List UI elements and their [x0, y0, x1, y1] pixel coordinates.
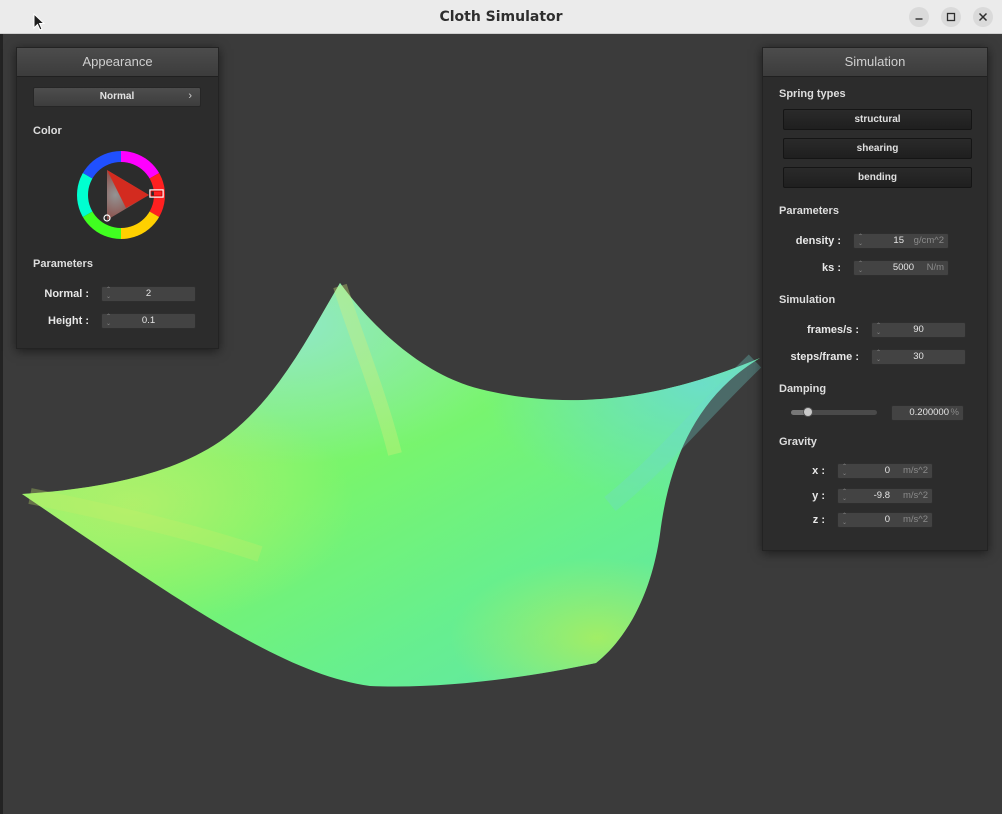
- minimize-icon: [915, 18, 923, 20]
- appearance-panel: Appearance Normal › Color Parameters Nor…: [16, 47, 219, 349]
- gravity-y-value: -9.8: [873, 490, 890, 501]
- shader-select[interactable]: Normal ›: [33, 87, 201, 107]
- damping-field[interactable]: 0.200000 %: [891, 405, 964, 421]
- spinner-arrows-icon[interactable]: ⌃ ⌄: [841, 513, 848, 527]
- maximize-button[interactable]: [941, 7, 961, 27]
- ks-unit: N/m: [926, 262, 944, 273]
- gravity-label: Gravity: [779, 436, 817, 448]
- simulation-panel-header[interactable]: Simulation: [763, 48, 987, 77]
- spring-types-label: Spring types: [779, 88, 846, 100]
- gravity-z-field[interactable]: ⌃ ⌄ 0 m/s^2: [837, 512, 933, 528]
- gravity-x-value: 0: [884, 465, 890, 476]
- height-value: 0.1: [141, 315, 156, 326]
- steps-per-frame-value: 30: [913, 351, 924, 362]
- gravity-y-unit: m/s^2: [902, 490, 928, 501]
- normal-label: Normal :: [44, 288, 89, 300]
- shader-select-value: Normal: [99, 91, 135, 102]
- ks-field[interactable]: ⌃ ⌄ 5000 N/m: [853, 260, 949, 276]
- spinner-arrows-icon[interactable]: ⌃ ⌄: [857, 261, 864, 275]
- ks-value: 5000: [892, 262, 914, 273]
- bending-button[interactable]: bending: [783, 167, 972, 188]
- window-title: Cloth Simulator: [439, 9, 563, 25]
- structural-button[interactable]: structural: [783, 109, 972, 130]
- gravity-x-field[interactable]: ⌃ ⌄ 0 m/s^2: [837, 463, 933, 479]
- damping-value: 0.200000: [909, 407, 949, 418]
- color-wheel-icon[interactable]: [74, 148, 168, 242]
- gravity-x-label: x :: [812, 465, 825, 477]
- damping-label: Damping: [779, 383, 827, 395]
- appearance-parameters-label: Parameters: [33, 258, 93, 270]
- gravity-y-label: y :: [812, 490, 825, 502]
- simulation-section-label: Simulation: [779, 294, 836, 306]
- steps-per-frame-field[interactable]: ⌃ ⌄ 30: [871, 349, 966, 365]
- appearance-panel-header[interactable]: Appearance: [17, 48, 218, 77]
- height-label: Height :: [48, 315, 89, 327]
- color-label: Color: [33, 125, 62, 137]
- frames-per-second-field[interactable]: ⌃ ⌄ 90: [871, 322, 966, 338]
- maximize-icon: [946, 12, 956, 22]
- gravity-x-unit: m/s^2: [902, 465, 928, 476]
- frames-per-second-value: 90: [913, 324, 924, 335]
- close-icon: [978, 12, 988, 22]
- simulation-panel: Simulation Spring types structural shear…: [762, 47, 988, 551]
- gravity-y-field[interactable]: ⌃ ⌄ -9.8 m/s^2: [837, 488, 933, 504]
- gravity-z-unit: m/s^2: [902, 514, 928, 525]
- title-bar: Cloth Simulator: [0, 0, 1002, 34]
- chevron-right-icon: ›: [188, 90, 192, 102]
- height-field[interactable]: ⌃ ⌄ 0.1: [101, 313, 196, 329]
- damping-slider-knob[interactable]: [803, 407, 814, 417]
- frames-per-second-label: frames/s :: [807, 324, 859, 336]
- gravity-z-value: 0: [884, 514, 890, 525]
- density-unit: g/cm^2: [913, 235, 944, 246]
- spinner-arrows-icon[interactable]: ⌃ ⌄: [841, 489, 848, 503]
- density-value: 15: [893, 235, 904, 246]
- spinner-arrows-icon[interactable]: ⌃ ⌄: [841, 464, 848, 478]
- normal-value: 2: [145, 288, 152, 299]
- shearing-button[interactable]: shearing: [783, 138, 972, 159]
- density-field[interactable]: ⌃ ⌄ 15 g/cm^2: [853, 233, 949, 249]
- gravity-z-label: z :: [812, 514, 825, 526]
- normal-field[interactable]: ⌃ ⌄ 2: [101, 286, 196, 302]
- spinner-arrows-icon[interactable]: ⌃ ⌄: [857, 234, 864, 248]
- ks-label: ks :: [822, 262, 841, 274]
- minimize-button[interactable]: [909, 7, 929, 27]
- damping-unit: %: [950, 407, 959, 418]
- density-label: density :: [795, 235, 841, 247]
- parameters-label: Parameters: [779, 205, 839, 217]
- close-button[interactable]: [973, 7, 993, 27]
- steps-per-frame-label: steps/frame :: [790, 351, 859, 363]
